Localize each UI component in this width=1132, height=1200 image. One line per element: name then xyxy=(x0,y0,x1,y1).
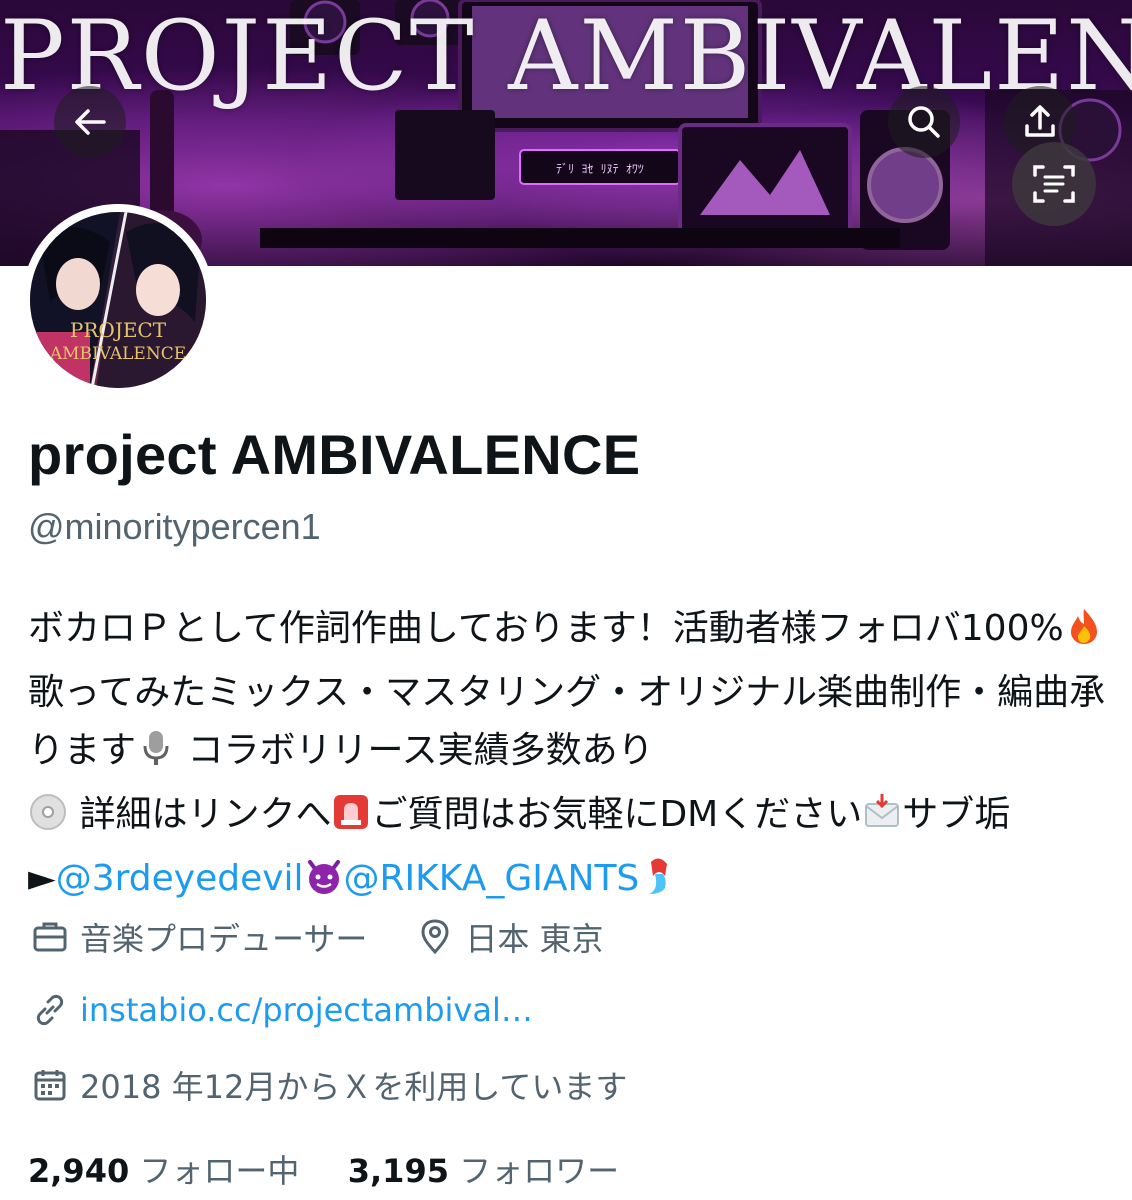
calendar-icon xyxy=(28,1063,72,1107)
profile-joined-date: 2018 年12月からＸを利用しています xyxy=(80,1068,628,1106)
share-icon xyxy=(1025,105,1055,137)
siren-emoji-icon xyxy=(331,792,371,850)
search-icon xyxy=(908,106,940,138)
bio-text-1: ボカロＰとして作詞作曲しております！活動者様フォロバ100% xyxy=(28,608,1064,649)
followers-label: フォロワー xyxy=(459,1152,620,1190)
devil-emoji-icon xyxy=(304,856,344,914)
avatar-text-line1: PROJECT xyxy=(69,318,167,342)
following-stat[interactable]: 2,940 フォロー中 xyxy=(28,1152,299,1190)
following-count: 2,940 xyxy=(28,1152,130,1190)
scan-text-icon xyxy=(1033,165,1075,203)
bio-text-4: 詳細はリンクへ xyxy=(68,794,332,835)
bio-text-3: コラボリリース実績多数あり xyxy=(176,730,654,771)
bio-mention-3rdeyedevil[interactable]: @3rdeyedevil xyxy=(56,858,304,899)
scan-text-button[interactable] xyxy=(1012,142,1096,226)
profile-location: 日本 東京 xyxy=(465,920,604,958)
profile-url-link[interactable]: instabio.cc/projectambival… xyxy=(80,991,533,1029)
followers-count: 3,195 xyxy=(347,1152,449,1190)
profile-bio: ボカロＰとして作詞作曲しております！活動者様フォロバ100%歌ってみたミックス・… xyxy=(28,600,1108,914)
location-pin-icon xyxy=(413,915,457,959)
incoming-envelope-emoji-icon xyxy=(862,792,902,850)
microphone-emoji-icon xyxy=(136,728,176,786)
link-icon xyxy=(28,988,72,1032)
mermaid-emoji-icon xyxy=(639,856,679,914)
profile-job: 音楽プロデューサー xyxy=(80,920,368,958)
banner-title: PROJECT AMBIVALENCE xyxy=(0,0,1132,112)
arrow-left-icon xyxy=(75,109,106,135)
avatar-image: PROJECT AMBIVALENCE xyxy=(30,212,206,388)
cd-emoji-icon xyxy=(28,792,68,850)
bio-text-5: ご質問はお気軽にDMください xyxy=(371,794,863,835)
profile-url-row[interactable]: instabio.cc/projectambival… xyxy=(28,988,533,1032)
search-button[interactable] xyxy=(888,86,960,158)
avatar-text-line2: AMBIVALENCE xyxy=(49,344,187,364)
briefcase-icon xyxy=(28,915,72,959)
followers-stat[interactable]: 3,195 フォロワー xyxy=(348,1152,619,1190)
monitor-label: ﾃﾞﾘ ﾖｾ ﾘﾇﾃ ｵﾜﾂ xyxy=(556,162,644,176)
back-button[interactable] xyxy=(54,86,126,158)
profile-handle: @minoritypercen1 xyxy=(28,506,321,547)
following-label: フォロー中 xyxy=(139,1152,300,1190)
profile-meta-row: 音楽プロデューサー 日本 東京 xyxy=(28,914,604,960)
bio-mention-rikka-giants[interactable]: @RIKKA_GIANTS xyxy=(344,858,640,899)
profile-avatar[interactable]: PROJECT AMBIVALENCE xyxy=(22,204,214,396)
profile-joined-row: 2018 年12月からＸを利用しています xyxy=(28,1062,627,1108)
profile-name: project AMBIVALENCE xyxy=(28,423,641,486)
fire-emoji-icon xyxy=(1064,606,1104,664)
profile-stats: 2,940 フォロー中 3,195 フォロワー xyxy=(28,1146,619,1192)
